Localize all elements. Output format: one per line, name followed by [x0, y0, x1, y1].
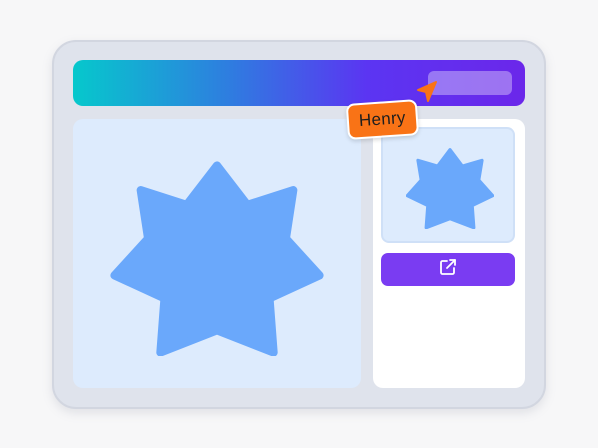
main-image-panel: [73, 119, 361, 388]
seven-point-star-icon: [406, 141, 494, 229]
collaborator-name-tag: Henry: [345, 99, 419, 140]
thumbnail[interactable]: [381, 127, 515, 243]
open-external-button[interactable]: [381, 253, 515, 286]
side-panel: [373, 119, 525, 388]
pointer-cursor-icon: [415, 80, 439, 104]
external-link-icon: [438, 257, 458, 282]
seven-point-star-icon: [109, 144, 325, 356]
header-bar: [73, 60, 525, 106]
header-pill[interactable]: [428, 71, 512, 95]
